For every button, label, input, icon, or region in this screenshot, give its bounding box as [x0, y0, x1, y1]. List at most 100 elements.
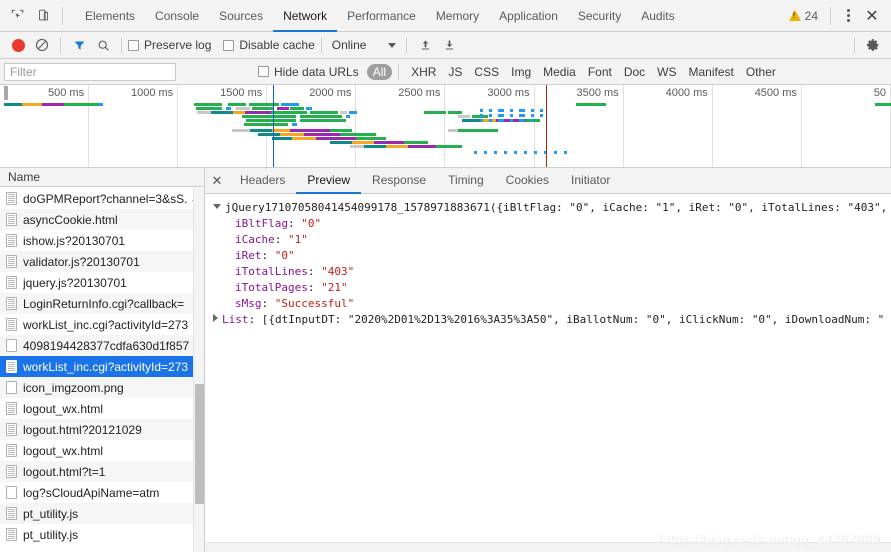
request-list-item[interactable]: logout_wx.html: [0, 398, 204, 419]
close-icon[interactable]: ✕: [205, 168, 229, 194]
hide-data-urls-label: Hide data URLs: [274, 64, 359, 79]
gear-icon[interactable]: [861, 33, 885, 57]
request-list-item[interactable]: LoginReturnInfo.cgi?callback=: [0, 293, 204, 314]
tab-audits[interactable]: Audits: [631, 0, 684, 32]
tab-elements[interactable]: Elements: [75, 0, 145, 32]
filter-type-ws[interactable]: WS: [651, 64, 682, 80]
request-list-item[interactable]: workList_inc.cgi?activityId=273: [0, 356, 204, 377]
warning-count-badge[interactable]: 24: [783, 9, 824, 23]
filter-type-media[interactable]: Media: [537, 64, 582, 80]
overview-request-bar: [226, 107, 231, 110]
request-list-item[interactable]: logout.html?t=1: [0, 461, 204, 482]
close-icon[interactable]: ✕: [859, 3, 885, 29]
preserve-log-checkbox[interactable]: Preserve log: [128, 38, 211, 52]
request-list-item[interactable]: pt_utility.js: [0, 503, 204, 524]
request-list-item[interactable]: log?sCloudApiName=atm: [0, 482, 204, 503]
tab-response[interactable]: Response: [361, 168, 437, 194]
request-list-item[interactable]: workList_inc.cgi?activityId=273: [0, 314, 204, 335]
kebab-menu-icon[interactable]: [837, 3, 859, 29]
overview-request-bar: [250, 129, 272, 132]
tab-memory[interactable]: Memory: [426, 0, 489, 32]
overview-request-bar: [292, 137, 316, 140]
request-list-item[interactable]: logout.html?20121029: [0, 419, 204, 440]
tab-network[interactable]: Network: [273, 0, 338, 32]
hide-data-urls-checkbox[interactable]: Hide data URLs: [258, 65, 359, 79]
preview-entry-line[interactable]: sMsg: "Successful": [205, 296, 891, 312]
request-name-label: pt_utility.js: [23, 527, 79, 542]
image-icon: [6, 486, 17, 499]
list-entry-line[interactable]: List: [{dtInputDT: "2020%2D01%2D13%2016%…: [205, 312, 891, 328]
search-icon[interactable]: [91, 33, 115, 57]
document-icon: [6, 360, 17, 373]
tab-security[interactable]: Security: [568, 0, 631, 32]
clear-network-icon[interactable]: [30, 33, 54, 57]
request-list[interactable]: doGPMReport?channel=3&sS. asyncCookie.htm…: [0, 188, 204, 552]
request-name-label: log?sCloudApiName=atm: [23, 485, 160, 500]
tab-timing[interactable]: Timing: [437, 168, 495, 194]
column-header-name[interactable]: Name: [0, 168, 204, 187]
image-icon: [6, 339, 17, 352]
scrollbar-thumb[interactable]: [195, 384, 204, 504]
filter-type-css[interactable]: CSS: [468, 64, 505, 80]
preview-entry-line[interactable]: iCache: "1": [205, 232, 891, 248]
preview-entry-value: "1": [288, 233, 308, 246]
request-list-item[interactable]: jquery.js?20130701: [0, 272, 204, 293]
preview-entry-line[interactable]: iTotalPages: "21": [205, 280, 891, 296]
dom-content-loaded-marker: [273, 85, 274, 167]
expand-triangle-icon[interactable]: [213, 204, 221, 209]
filter-type-other[interactable]: Other: [740, 64, 782, 80]
overview-request-bar: [514, 151, 517, 154]
request-list-item[interactable]: 4098194428377cdfa630d1f857: [0, 335, 204, 356]
preview-horizontal-scrollbar[interactable]: [205, 542, 891, 552]
request-list-item[interactable]: icon_imgzoom.png: [0, 377, 204, 398]
tab-application[interactable]: Application: [489, 0, 568, 32]
jsonp-root-line[interactable]: jQuery17107058041454099178_1578971883671…: [205, 200, 891, 216]
settings-area: [848, 33, 885, 57]
tab-console[interactable]: Console: [145, 0, 209, 32]
requests-scrollbar[interactable]: [193, 188, 204, 552]
preview-content[interactable]: jQuery17107058041454099178_1578971883671…: [205, 194, 891, 552]
document-icon: [6, 318, 17, 331]
tab-performance[interactable]: Performance: [337, 0, 426, 32]
filter-type-doc[interactable]: Doc: [618, 64, 651, 80]
filter-type-font[interactable]: Font: [582, 64, 618, 80]
overview-request-bar: [386, 145, 408, 148]
preview-entry-line[interactable]: iBltFlag: "0": [205, 216, 891, 232]
overview-request-bar: [340, 111, 347, 114]
tab-cookies[interactable]: Cookies: [495, 168, 560, 194]
search-input[interactable]: [4, 62, 176, 81]
preview-entry-line[interactable]: iRet: "0": [205, 248, 891, 264]
request-list-item[interactable]: ishow.js?20130701: [0, 230, 204, 251]
panel-tabs: Elements Console Sources Network Perform…: [75, 0, 685, 32]
device-toolbar-icon[interactable]: [30, 3, 56, 29]
request-list-item[interactable]: asyncCookie.html: [0, 209, 204, 230]
tab-headers[interactable]: Headers: [229, 168, 296, 194]
tab-preview[interactable]: Preview: [296, 168, 362, 194]
filter-type-js[interactable]: JS: [442, 64, 468, 80]
request-list-item[interactable]: logout_wx.html: [0, 440, 204, 461]
filter-type-img[interactable]: Img: [505, 64, 537, 80]
filter-type-all[interactable]: All: [366, 63, 393, 80]
preview-entry-line[interactable]: iTotalLines: "403": [205, 264, 891, 280]
export-har-icon[interactable]: [437, 33, 461, 57]
tab-sources[interactable]: Sources: [209, 0, 273, 32]
record-button[interactable]: [6, 33, 30, 57]
filter-funnel-icon[interactable]: [67, 33, 91, 57]
request-list-item[interactable]: doGPMReport?channel=3&sS.: [0, 188, 204, 209]
import-har-icon[interactable]: [413, 33, 437, 57]
request-list-item[interactable]: pt_utility.js: [0, 524, 204, 545]
request-list-item[interactable]: validator.js?20130701: [0, 251, 204, 272]
inspect-cursor-icon[interactable]: [4, 3, 30, 29]
network-overview[interactable]: 500 ms 1000 ms 1500 ms 2000 ms 2500 ms 3000 m…: [0, 85, 891, 168]
tab-initiator[interactable]: Initiator: [560, 168, 621, 194]
overview-request-bar: [277, 107, 289, 110]
disable-cache-checkbox[interactable]: Disable cache: [223, 38, 315, 52]
chevron-down-icon: [388, 42, 397, 48]
expand-triangle-icon[interactable]: [213, 314, 218, 322]
overview-request-bar: [211, 111, 233, 114]
timeline-tick-label: 1000 ms: [130, 87, 174, 99]
overview-request-bar: [232, 129, 250, 132]
throttling-select[interactable]: Online: [328, 38, 401, 52]
filter-type-manifest[interactable]: Manifest: [683, 64, 740, 80]
filter-type-xhr[interactable]: XHR: [405, 64, 442, 80]
